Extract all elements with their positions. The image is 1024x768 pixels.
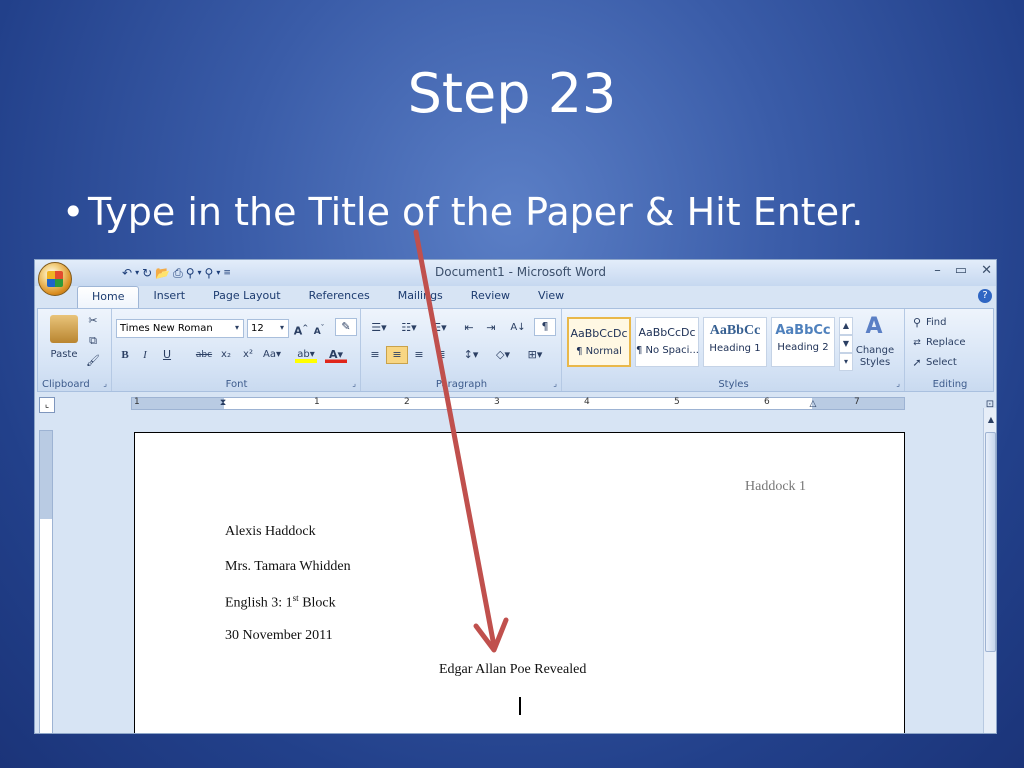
arrow-line [413,229,497,649]
pointer-arrow [413,229,509,653]
office-button[interactable] [38,262,72,296]
